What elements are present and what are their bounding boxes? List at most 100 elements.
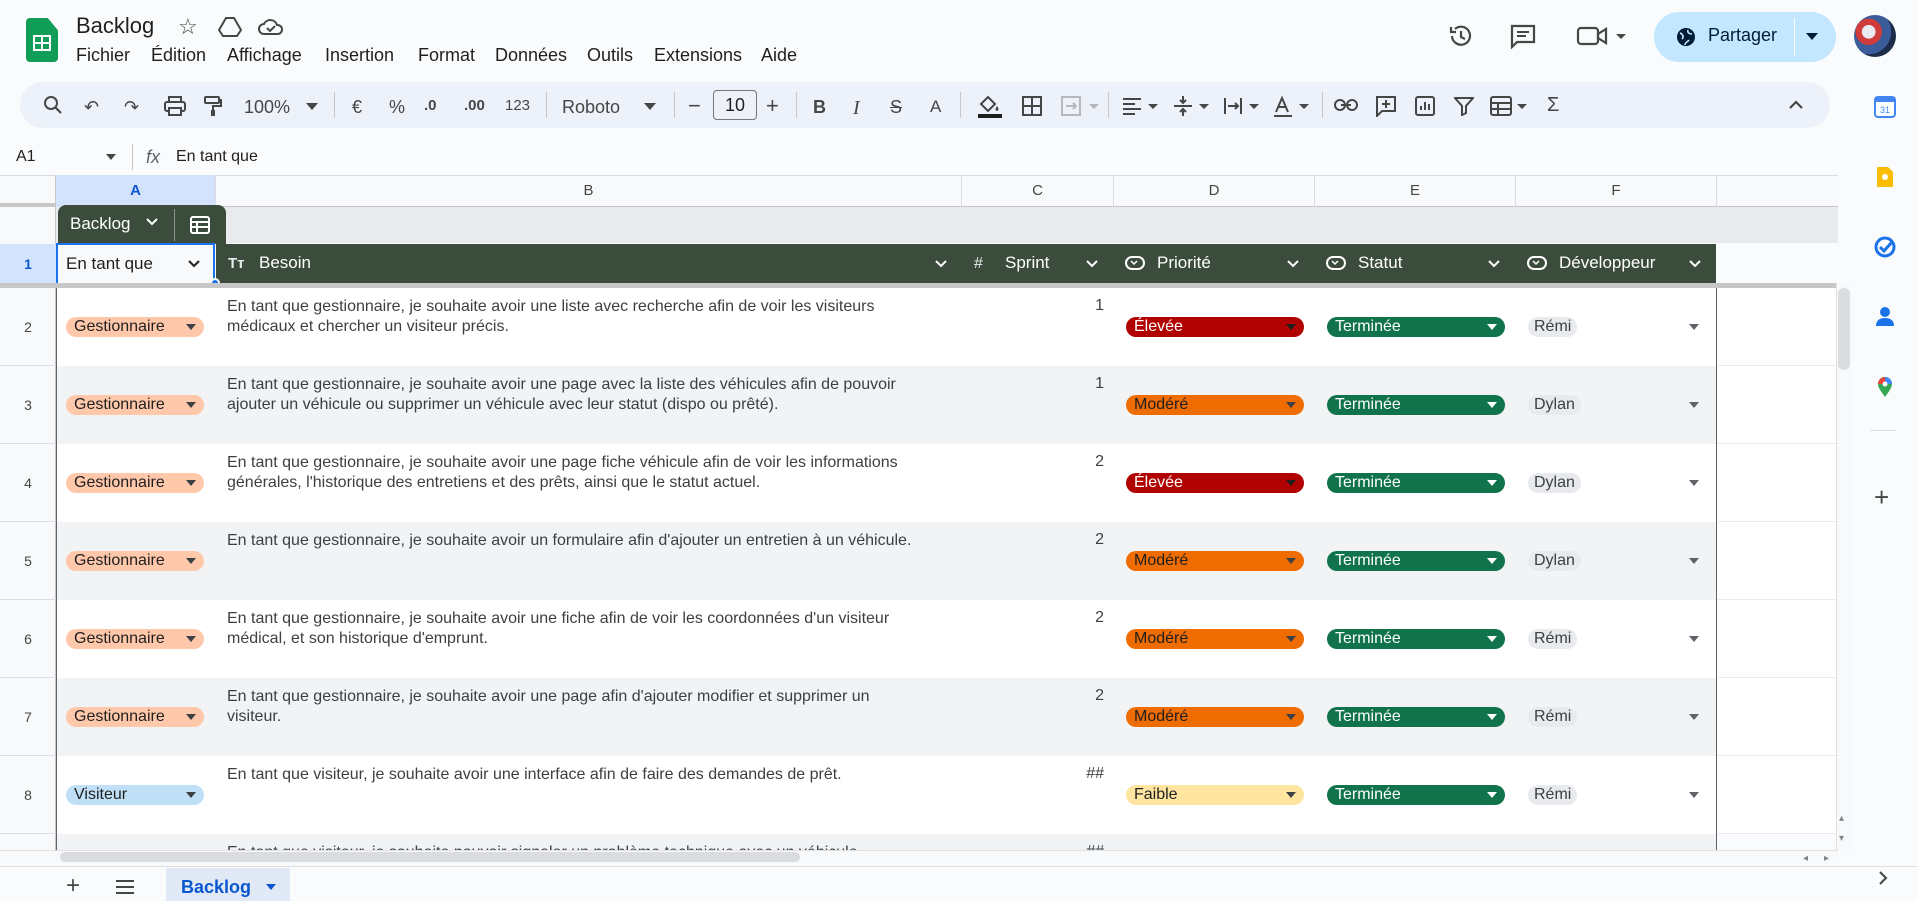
filter-views-icon[interactable] <box>1490 95 1530 117</box>
chevron-down-icon[interactable] <box>1689 792 1699 798</box>
text-color-icon[interactable]: A <box>930 97 941 117</box>
tasks-icon[interactable] <box>1874 236 1896 258</box>
empty-cell[interactable] <box>1717 678 1837 756</box>
italic-icon[interactable]: I <box>853 97 860 120</box>
developer-chip[interactable]: Rémi <box>1528 707 1578 727</box>
name-box-dropdown-icon[interactable] <box>106 154 116 160</box>
row-number[interactable]: 8 <box>0 756 56 834</box>
priority-chip[interactable]: Modéré <box>1126 395 1304 415</box>
number-format-button[interactable]: 123 <box>505 97 530 114</box>
font-size-input[interactable]: 10 <box>713 90 757 120</box>
chevron-down-icon[interactable] <box>1689 324 1699 330</box>
print-icon[interactable] <box>164 96 186 116</box>
avatar[interactable] <box>1854 15 1896 57</box>
insert-chart-icon[interactable] <box>1415 96 1435 116</box>
role-chip[interactable]: Gestionnaire <box>66 551 204 571</box>
bold-icon[interactable]: B <box>813 97 826 118</box>
empty-cell[interactable] <box>1717 600 1837 678</box>
menu-format[interactable]: Format <box>418 45 475 66</box>
chevron-down-icon[interactable] <box>1689 636 1699 642</box>
empty-cell[interactable] <box>1717 522 1837 600</box>
developer-chip[interactable]: Rémi <box>1528 629 1578 649</box>
document-title[interactable]: Backlog <box>76 13 154 39</box>
status-chip[interactable]: Terminée <box>1327 473 1505 493</box>
besoin-text[interactable]: En tant que gestionnaire, je souhaite av… <box>227 609 962 649</box>
empty-cell[interactable] <box>1717 288 1837 366</box>
role-chip[interactable]: Gestionnaire <box>66 707 204 727</box>
font-size-increase-button[interactable]: + <box>766 93 779 119</box>
meet-icon[interactable] <box>1576 24 1626 48</box>
role-chip[interactable]: Gestionnaire <box>66 395 204 415</box>
scroll-right-icon[interactable]: ▸ <box>1824 853 1829 864</box>
paint-format-icon[interactable] <box>203 95 223 117</box>
collapse-menus-icon[interactable] <box>1788 98 1804 110</box>
decrease-decimal-button[interactable]: .0 <box>424 97 437 114</box>
horizontal-align-icon[interactable] <box>1122 96 1162 116</box>
empty-cell[interactable] <box>1717 756 1837 834</box>
status-chip[interactable]: Terminée <box>1327 551 1505 571</box>
drive-move-icon[interactable] <box>218 16 242 38</box>
besoin-text[interactable]: En tant que gestionnaire, je souhaite av… <box>227 297 962 337</box>
share-dropdown-icon[interactable] <box>1806 33 1818 40</box>
star-icon[interactable]: ☆ <box>178 14 198 40</box>
name-box[interactable]: A1 <box>16 148 36 166</box>
menu-aide[interactable]: Aide <box>761 45 797 66</box>
sprint-value[interactable]: ## <box>1060 765 1104 783</box>
scroll-up-icon[interactable]: ▴ <box>1839 813 1844 824</box>
text-rotation-icon[interactable] <box>1273 95 1313 117</box>
borders-icon[interactable] <box>1022 96 1042 116</box>
version-history-icon[interactable] <box>1447 22 1475 50</box>
row-number[interactable]: 3 <box>0 366 56 444</box>
search-icon[interactable] <box>43 95 63 115</box>
developer-chip[interactable]: Dylan <box>1528 473 1581 493</box>
status-chip[interactable]: Terminée <box>1327 629 1505 649</box>
zoom-dropdown-icon[interactable] <box>306 103 318 110</box>
menu-donnees[interactable]: Données <box>495 45 567 66</box>
vertical-scrollbar[interactable] <box>1838 288 1850 370</box>
empty-cell[interactable] <box>1717 444 1837 522</box>
chevron-down-icon[interactable] <box>1689 402 1699 408</box>
formula-input[interactable]: En tant que <box>176 148 258 166</box>
menu-fichier[interactable]: Fichier <box>76 45 130 66</box>
besoin-text[interactable]: En tant que gestionnaire, je souhaite av… <box>227 531 962 551</box>
expand-panel-icon[interactable] <box>1878 870 1888 886</box>
keep-icon[interactable] <box>1876 166 1894 188</box>
horizontal-scrollbar[interactable] <box>60 852 800 862</box>
row-number[interactable]: 7 <box>0 678 56 756</box>
zoom-select[interactable]: 100% <box>244 97 290 118</box>
font-dropdown-icon[interactable] <box>644 103 656 110</box>
sprint-value[interactable]: 1 <box>1060 375 1104 393</box>
scroll-left-icon[interactable]: ◂ <box>1803 853 1808 864</box>
sprint-value[interactable]: 2 <box>1060 453 1104 471</box>
developer-chip[interactable]: Rémi <box>1528 317 1578 337</box>
filter-icon[interactable] <box>1454 96 1474 116</box>
column-header-b[interactable]: B <box>216 175 962 207</box>
priority-chip[interactable]: Modéré <box>1126 707 1304 727</box>
text-wrapping-icon[interactable] <box>1223 96 1263 116</box>
priority-chip[interactable]: Faible <box>1126 785 1304 805</box>
chevron-down-icon[interactable] <box>1689 558 1699 564</box>
besoin-text[interactable]: En tant que gestionnaire, je souhaite av… <box>227 453 962 493</box>
chevron-down-icon[interactable] <box>935 260 947 268</box>
status-chip[interactable]: Terminée <box>1327 707 1505 727</box>
role-chip[interactable]: Gestionnaire <box>66 473 204 493</box>
status-chip[interactable]: Terminée <box>1327 317 1505 337</box>
row-number[interactable]: 4 <box>0 444 56 522</box>
merge-cells-icon[interactable] <box>1061 96 1101 116</box>
chevron-down-icon[interactable] <box>1689 260 1701 268</box>
priority-chip[interactable]: Élevée <box>1126 317 1304 337</box>
add-sheet-icon[interactable]: + <box>66 872 80 900</box>
column-header-e[interactable]: E <box>1315 175 1516 207</box>
row-number[interactable]: 6 <box>0 600 56 678</box>
sprint-value[interactable]: 2 <box>1060 687 1104 705</box>
menu-insertion[interactable]: Insertion <box>325 45 394 66</box>
row-number[interactable]: 1 <box>0 244 56 284</box>
menu-extensions[interactable]: Extensions <box>654 45 742 66</box>
chevron-down-icon[interactable] <box>1689 480 1699 486</box>
menu-edition[interactable]: Édition <box>151 45 206 66</box>
insert-link-icon[interactable] <box>1334 97 1358 113</box>
column-header-d[interactable]: D <box>1114 175 1315 207</box>
comments-icon[interactable] <box>1509 23 1537 49</box>
sprint-value[interactable]: 2 <box>1060 609 1104 627</box>
column-header-c[interactable]: C <box>962 175 1114 207</box>
